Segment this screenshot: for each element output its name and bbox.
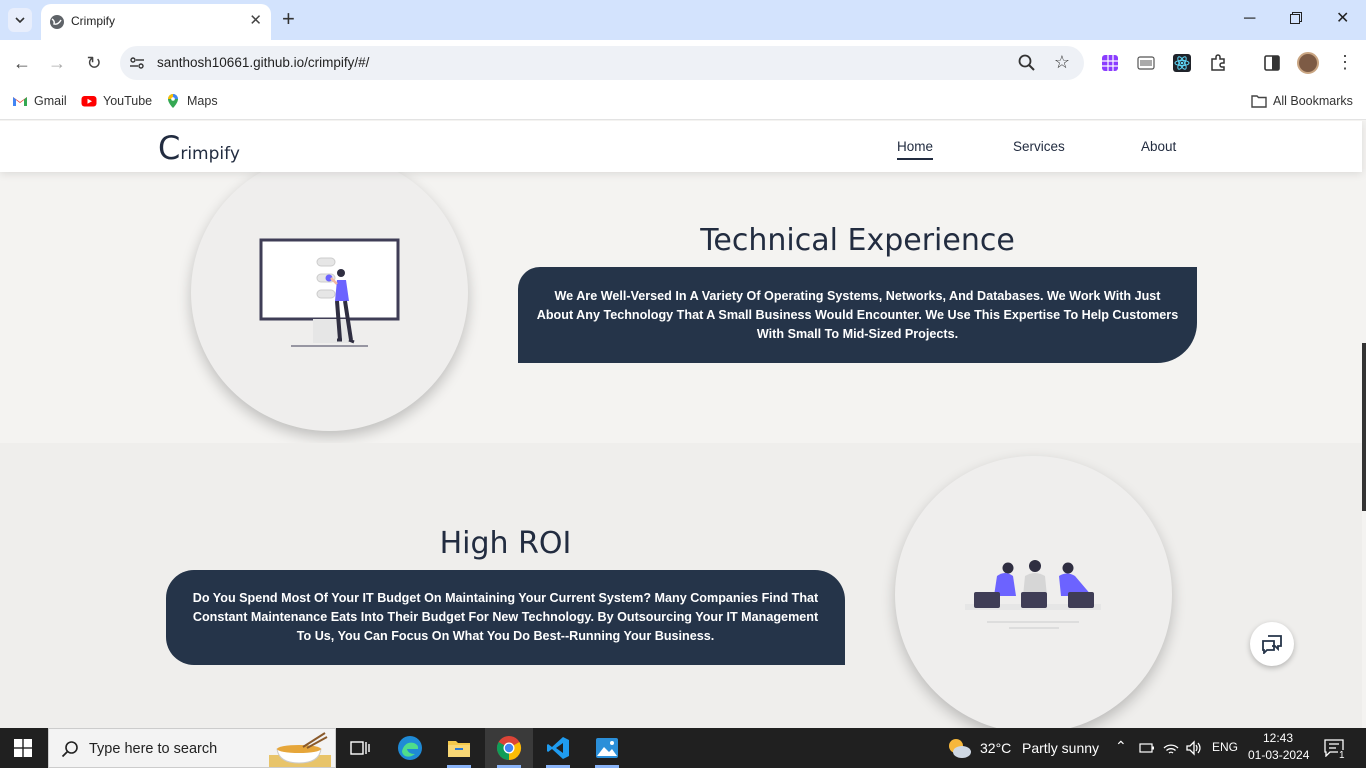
team-illustration [965,560,1101,629]
all-bookmarks-label: All Bookmarks [1273,94,1353,108]
windows-start-icon[interactable] [14,739,32,757]
scrollbar-thumb[interactable] [1362,343,1366,511]
bookmark-maps[interactable]: Maps [165,93,218,109]
chat-button[interactable] [1250,622,1294,666]
barcode-extension-icon[interactable] [1137,54,1155,72]
folder-icon [1251,95,1267,108]
nav-about[interactable]: About [1141,139,1176,154]
reload-icon[interactable]: ↻ [83,52,105,74]
react-devtools-icon[interactable] [1173,54,1191,72]
chevron-down-icon [15,17,25,23]
nav-home[interactable]: Home [897,139,934,160]
language-indicator[interactable]: ENG [1212,740,1238,754]
bookmark-label: YouTube [103,94,153,108]
extension-grid-icon[interactable] [1101,54,1119,72]
notification-count: 1 [1338,750,1346,761]
search-icon [61,741,78,758]
bookmark-gmail[interactable]: Gmail [12,93,67,109]
browser-tab[interactable]: Crimpify ✕ [41,4,271,40]
photos-icon [596,738,618,758]
logo-initial: C [158,129,181,167]
bookmarks-bar: Gmail YouTube Maps All Bookmarks [0,86,1366,120]
taskbar-edge[interactable] [386,728,434,768]
weather-temp[interactable]: 32°C [980,740,1011,756]
side-panel-icon[interactable] [1263,54,1281,72]
section-heading: High ROI [439,526,572,561]
nav-services[interactable]: Services [1013,139,1065,154]
address-bar[interactable]: santhosh10661.github.io/crimpify/#/ ☆ [120,46,1084,80]
clock-time[interactable]: 12:43 [1263,731,1293,745]
extensions-puzzle-icon[interactable] [1209,54,1227,72]
minimize-icon[interactable]: ─ [1244,8,1255,30]
youtube-icon [81,96,97,107]
presentation-illustration [259,238,400,347]
illustration-circle [895,456,1172,728]
task-view-button[interactable] [336,728,384,768]
web-page: Technical Experience We Are Well-Versed … [0,121,1366,728]
chat-icon [1262,635,1282,654]
taskbar: Type here to search 32°C Partly sunny ⌃ … [0,728,1366,768]
partly-sunny-icon[interactable] [946,736,972,760]
site-logo[interactable]: Crimpify [158,129,240,167]
taskbar-search[interactable]: Type here to search [48,728,336,768]
bookmark-youtube[interactable]: YouTube [81,93,152,109]
new-tab-button[interactable]: + [282,7,295,31]
folder-icon [448,741,470,757]
close-window-icon[interactable]: ✕ [1336,8,1349,30]
tab-close-icon[interactable]: ✕ [249,12,262,30]
tab-title: Crimpify [71,14,115,28]
bookmark-label: Gmail [34,94,67,108]
section-heading: Technical Experience [700,223,1015,258]
more-menu-icon[interactable]: ⋮ [1336,52,1354,72]
url-text[interactable]: santhosh10661.github.io/crimpify/#/ [157,55,369,70]
maps-icon [168,94,178,108]
tab-search-button[interactable] [8,8,32,32]
page-scrollbar[interactable] [1362,121,1366,728]
wifi-icon[interactable] [1163,740,1179,756]
tab-strip: Crimpify ✕ + ─ ✕ [0,0,1366,40]
section-description-card: We Are Well-Versed In A Variety Of Opera… [518,267,1197,363]
bookmark-star-icon[interactable]: ☆ [1054,52,1070,72]
weather-text[interactable]: Partly sunny [1022,740,1099,756]
forward-icon[interactable]: → [46,52,68,74]
section-description-card: Do You Spend Most Of Your IT Budget On M… [166,570,845,665]
taskbar-chrome[interactable] [485,728,533,768]
search-placeholder: Type here to search [89,741,218,757]
logo-text: rimpify [180,144,240,164]
chrome-icon [496,736,522,760]
taskbar-photos[interactable] [583,728,631,768]
site-settings-icon[interactable] [129,55,145,71]
illustration-circle [191,154,468,431]
battery-icon[interactable] [1139,741,1155,755]
restore-icon[interactable] [1290,8,1302,31]
clock-date[interactable]: 01-03-2024 [1248,748,1309,762]
back-icon[interactable]: ← [11,52,33,74]
globe-icon [50,15,64,29]
vscode-icon [547,737,569,759]
taskbar-file-explorer[interactable] [435,728,483,768]
site-navbar: Crimpify Home Services About [0,121,1362,172]
zoom-icon[interactable] [1017,53,1037,73]
high-roi-section: High ROI Do You Spend Most Of Your IT Bu… [0,443,1362,728]
gmail-icon [13,97,27,106]
noodle-bowl-icon [269,732,331,767]
task-view-icon [350,741,370,755]
bookmark-label: Maps [187,94,218,108]
volume-icon[interactable] [1185,740,1203,756]
chevron-up-icon[interactable]: ⌃ [1115,738,1127,755]
taskbar-vscode[interactable] [534,728,582,768]
edge-icon [398,736,422,760]
all-bookmarks-button[interactable]: All Bookmarks [1251,93,1353,109]
browser-toolbar: ← → ↻ santhosh10661.github.io/crimpify/#… [0,40,1366,86]
profile-avatar[interactable] [1297,52,1319,74]
